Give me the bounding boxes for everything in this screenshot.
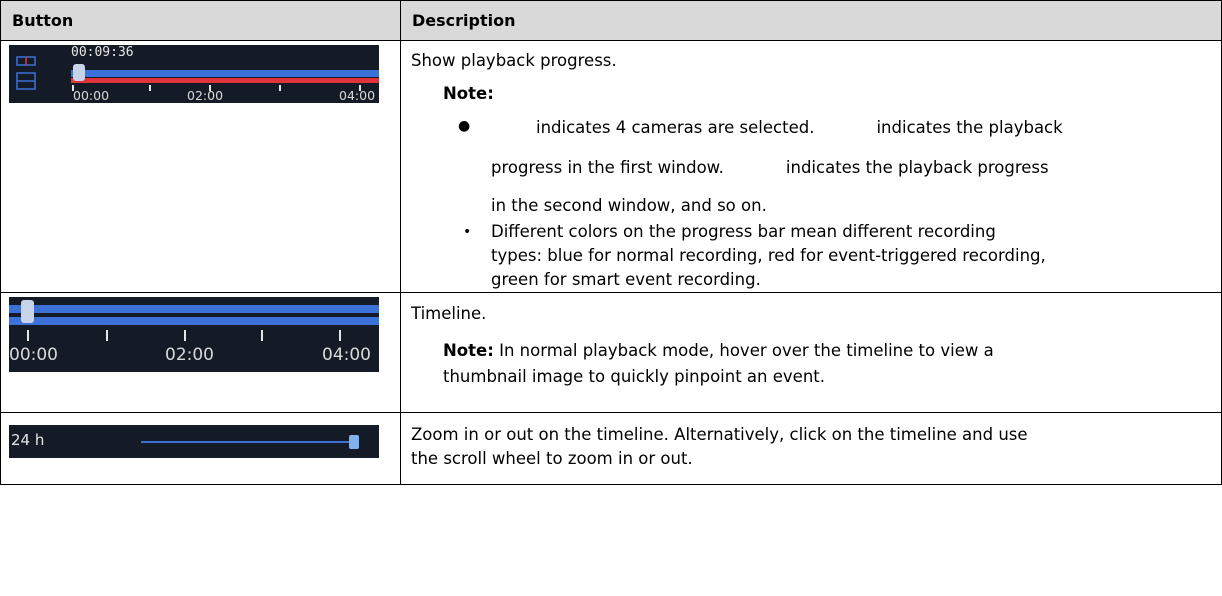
note-text: thumbnail image to quickly pinpoint an e… xyxy=(443,367,825,386)
timeline-handle[interactable] xyxy=(21,300,34,323)
zoom-track[interactable] xyxy=(141,441,351,443)
table-row: 00:00 02:00 04:00 Timeline. Note: In nor… xyxy=(0,292,1222,413)
grid-4-icon xyxy=(16,56,36,90)
table-row: 24 h Zoom in or out on the timeline. Alt… xyxy=(0,412,1222,485)
note-bullet: ● indicates 4 cameras are selected. indic… xyxy=(401,116,1221,140)
playback-time: 00:09:36 xyxy=(71,45,134,60)
tick-label: 04:00 xyxy=(322,345,371,365)
tick-mark xyxy=(339,330,341,341)
description-main: Zoom in or out on the timeline. Alternat… xyxy=(411,425,1028,444)
description-main: Timeline. xyxy=(411,304,487,323)
table-header-row: Button Description xyxy=(0,0,1222,41)
button-cell: 24 h xyxy=(0,412,401,485)
bullet-dot-icon: • xyxy=(463,224,472,240)
tick-label: 00:00 xyxy=(9,345,58,365)
header-button: Button xyxy=(0,0,401,41)
note-text: indicates 4 cameras are selected. xyxy=(536,118,815,137)
tick-mark xyxy=(27,330,29,341)
note-text: Different colors on the progress bar mea… xyxy=(491,222,996,241)
description-cell: Timeline. Note: In normal playback mode,… xyxy=(400,292,1222,413)
button-cell: 00:09:36 00:00 02:00 04:00 xyxy=(0,40,401,293)
tick-mark xyxy=(149,85,151,91)
table-row: 00:09:36 00:00 02:00 04:00 Show playback… xyxy=(0,40,1222,293)
zoom-slider-image: 24 h xyxy=(9,425,379,458)
description-cell: Zoom in or out on the timeline. Alternat… xyxy=(400,412,1222,485)
note-text: types: blue for normal recording, red fo… xyxy=(491,246,1046,265)
progress-handle[interactable] xyxy=(73,64,85,81)
description-main: the scroll wheel to zoom in or out. xyxy=(411,449,693,468)
tick-mark xyxy=(106,330,108,341)
note-text: in the second window, and so on. xyxy=(491,196,767,215)
note-bullet: • Different colors on the progress bar m… xyxy=(401,220,1221,292)
event-recording-bar xyxy=(71,78,379,83)
button-cell: 00:00 02:00 04:00 xyxy=(0,292,401,413)
note-label: Note: xyxy=(443,84,494,103)
note-text: progress in the first window. xyxy=(491,158,724,177)
playback-progress-image: 00:09:36 00:00 02:00 04:00 xyxy=(9,45,379,103)
normal-recording-bar xyxy=(71,70,379,77)
note-text: green for smart event recording. xyxy=(491,270,761,289)
timeline-image: 00:00 02:00 04:00 xyxy=(9,297,379,372)
note-text: indicates the playback progress xyxy=(785,158,1049,177)
tick-label: 02:00 xyxy=(187,88,224,103)
tick-mark xyxy=(184,330,186,341)
tick-label: 00:00 xyxy=(73,88,110,103)
note-text: In normal playback mode, hover over the … xyxy=(499,341,994,360)
tick-mark xyxy=(279,85,281,91)
bullet-dot-icon: ● xyxy=(458,118,471,134)
header-description: Description xyxy=(400,0,1222,41)
zoom-level-label: 24 h xyxy=(11,431,45,449)
timeline-bar xyxy=(9,317,379,325)
button-description-table: Button Description 00:09:36 00:00 02:00 … xyxy=(0,0,1222,485)
description-main: Show playback progress. xyxy=(411,51,617,70)
note-text: indicates the playback xyxy=(876,118,1063,137)
description-cell: Show playback progress. Note: ● indicate… xyxy=(400,40,1222,293)
note-label: Note: xyxy=(443,341,494,360)
zoom-handle[interactable] xyxy=(349,435,359,449)
tick-label: 02:00 xyxy=(165,345,214,365)
timeline-bar xyxy=(9,305,379,313)
tick-mark xyxy=(261,330,263,341)
tick-label: 04:00 xyxy=(339,88,376,103)
